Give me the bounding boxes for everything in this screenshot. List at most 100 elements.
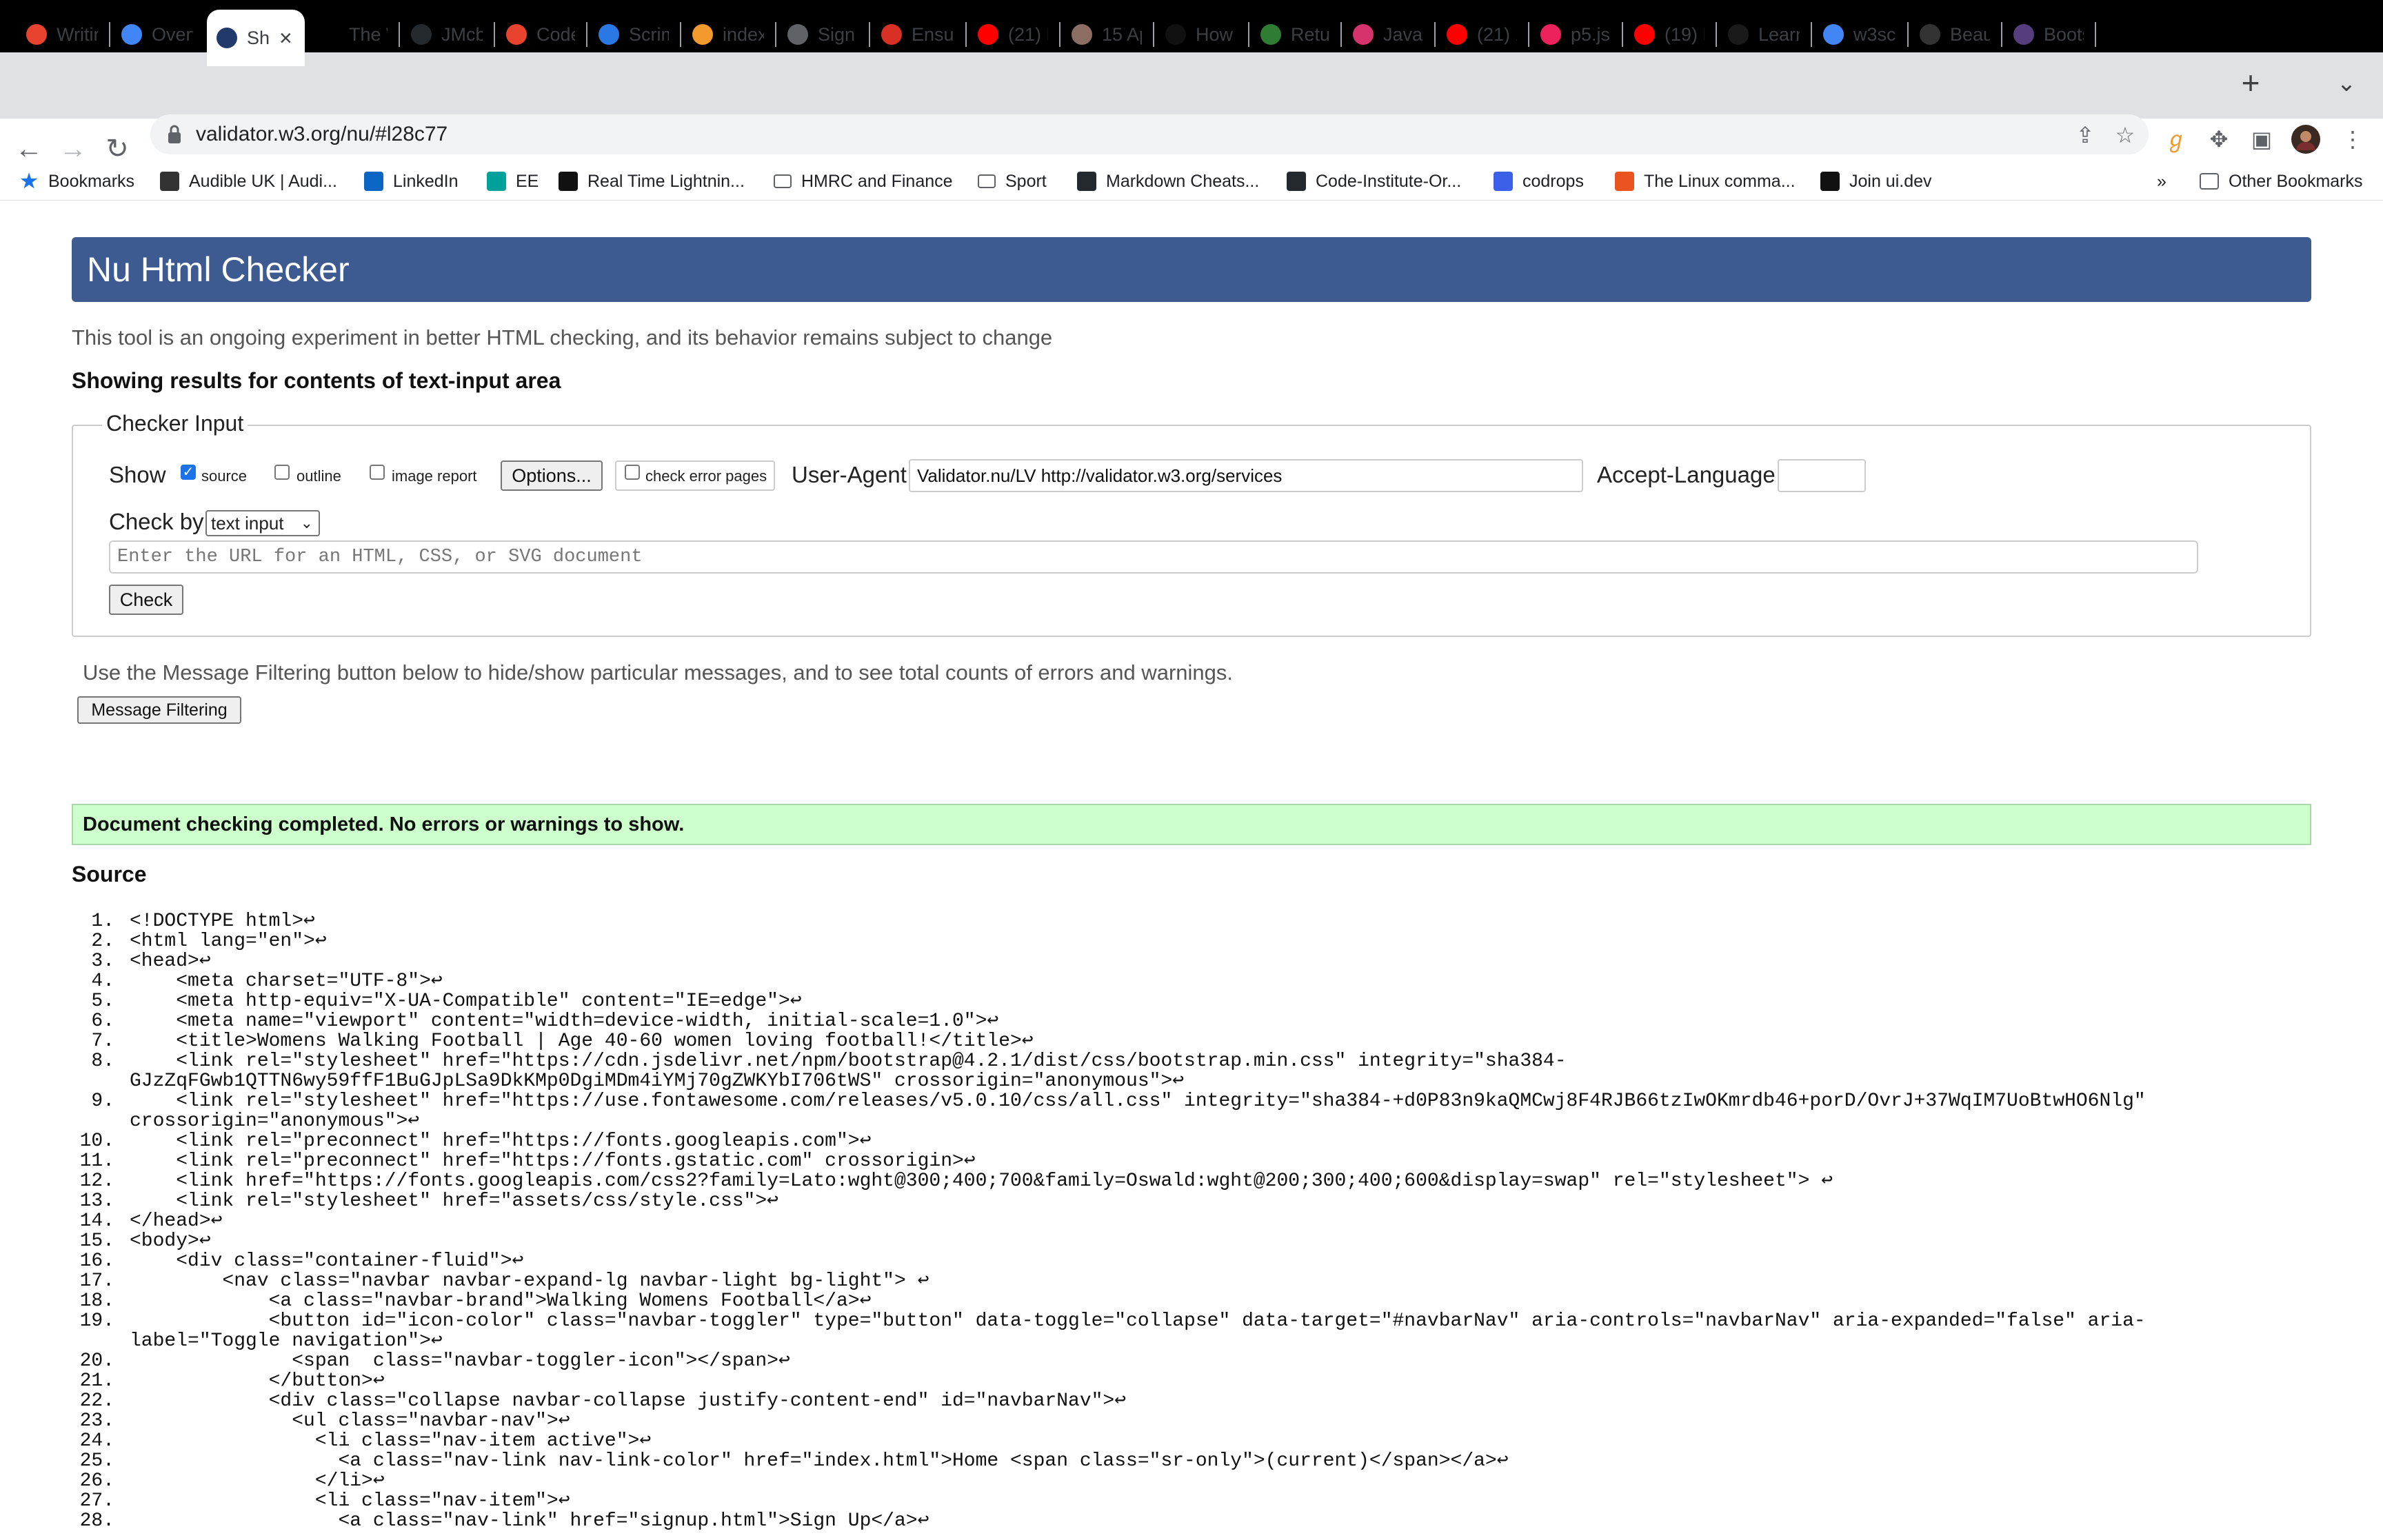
tab-17[interactable]: p5.js (1531, 10, 1620, 59)
line-code[interactable]: <html lang="en">↩ (130, 931, 327, 951)
line-code[interactable]: <a class="navbar-brand">Walking Womens F… (130, 1291, 872, 1311)
tab-6[interactable]: Code (496, 10, 585, 59)
message-filtering-button[interactable]: Message Filtering (77, 696, 241, 724)
line-code[interactable]: </li>↩ (130, 1471, 385, 1491)
tab-1[interactable]: Writin (17, 10, 108, 59)
tab-22[interactable]: Boots (2004, 10, 2093, 59)
line-code[interactable]: <meta http-equiv="X-UA-Compatible" conte… (130, 991, 801, 1011)
line-code[interactable]: <title>Womens Walking Football | Age 40-… (130, 1031, 1033, 1051)
tab-search-chevron-icon[interactable]: ⌄ (2329, 66, 2364, 101)
tab-12[interactable]: 15 Ap (1062, 10, 1152, 59)
bookmark-item[interactable]: Audible UK | Audi... (160, 168, 337, 194)
tab-14[interactable]: Retur (1251, 10, 1339, 59)
options-button[interactable]: Options... (501, 460, 603, 491)
line-number: 25. (79, 1450, 114, 1472)
browser-menu-icon[interactable]: ⋮ (2337, 124, 2368, 154)
back-arrow-icon[interactable]: ← (11, 131, 47, 167)
bookmark-item[interactable]: Markdown Cheats... (1077, 168, 1259, 194)
line-code[interactable]: <link href="https://fonts.googleapis.com… (130, 1171, 1833, 1191)
tab-10[interactable]: Ensur (872, 10, 964, 59)
check-button[interactable]: Check (109, 585, 183, 615)
side-panel-icon[interactable]: ▣ (2246, 124, 2277, 154)
line-code[interactable]: <head>↩ (130, 951, 211, 971)
check-error-pages-checkbox[interactable] (625, 465, 640, 480)
bookmarks-overflow-button[interactable]: » (2157, 168, 2166, 194)
line-code[interactable]: crossorigin="anonymous">↩ (130, 1111, 419, 1131)
line-code[interactable]: <link rel="preconnect" href="https://fon… (130, 1131, 871, 1151)
line-code[interactable]: <div class="container-fluid">↩ (130, 1251, 523, 1271)
tab-8[interactable]: index (683, 10, 774, 59)
other-bookmarks[interactable]: Other Bookmarks (2200, 168, 2363, 194)
lock-icon[interactable] (167, 124, 182, 145)
line-code[interactable]: <span class="navbar-toggler-icon"></span… (130, 1351, 790, 1371)
line-code[interactable]: label="Toggle navigation">↩ (130, 1331, 443, 1351)
line-code[interactable]: </head>↩ (130, 1211, 222, 1231)
line-code[interactable]: <nav class="navbar navbar-expand-lg navb… (130, 1271, 929, 1291)
address-text[interactable]: validator.w3.org/nu/#l28c77 (196, 123, 448, 145)
bookmark-item[interactable]: LinkedIn (364, 168, 459, 194)
kp-icon (881, 24, 902, 45)
outline-checkbox[interactable] (274, 465, 290, 480)
check-by-select[interactable]: text input ⌄ (205, 510, 320, 536)
line-code[interactable]: <meta name="viewport" content="width=dev… (130, 1011, 998, 1031)
reload-icon[interactable]: ↻ (99, 131, 135, 167)
tab-13[interactable]: How t (1156, 10, 1247, 59)
source-line: 8. <link rel="stylesheet" href="https://… (72, 1051, 2313, 1071)
address-bar[interactable]: validator.w3.org/nu/#l28c77 ⇪ ☆ (150, 114, 2149, 154)
line-code[interactable]: <link rel="stylesheet" href="https://cdn… (130, 1051, 1566, 1071)
line-code[interactable]: <link rel="preconnect" href="https://fon… (130, 1151, 975, 1171)
image-report-checkbox[interactable] (370, 465, 385, 480)
line-code[interactable]: GJzZqFGwb1QTTN6wy59ffF1BuGJpLSa9DkKMp0Dg… (130, 1071, 1184, 1091)
check-by-value: text input (211, 513, 284, 534)
close-icon[interactable]: × (279, 26, 292, 51)
line-code[interactable]: <link rel="stylesheet" href="https://use… (130, 1091, 2145, 1111)
tab-label: Scrim (629, 23, 669, 45)
profile-avatar[interactable] (2291, 124, 2321, 154)
accept-language-input[interactable] (1778, 459, 1866, 492)
tab-19[interactable]: Learn (1718, 10, 1809, 59)
tab-2[interactable]: Overv (112, 10, 203, 59)
line-code[interactable]: <li class="nav-item">↩ (130, 1491, 570, 1511)
tab-15[interactable]: JavaS (1343, 10, 1433, 59)
tab-20[interactable]: w3sch (1813, 10, 1906, 59)
line-code[interactable]: <ul class="navbar-nav">↩ (130, 1411, 570, 1431)
line-code[interactable]: <div class="collapse navbar-collapse jus… (130, 1391, 1126, 1411)
bookmark-item[interactable]: EE (487, 168, 539, 194)
bookmark-item[interactable]: codrops (1494, 168, 1584, 194)
tab-9[interactable]: Sign U (778, 10, 867, 59)
line-code[interactable]: <body>↩ (130, 1231, 211, 1251)
tab-11[interactable]: (21) F (968, 10, 1058, 59)
bookmark-item[interactable]: The Linux comma... (1615, 168, 1796, 194)
bookmark-star-icon[interactable]: ☆ (2111, 121, 2139, 149)
tab-5[interactable]: JMcb (401, 10, 492, 59)
extensions-puzzle-icon[interactable]: ✥ (2204, 124, 2234, 154)
forward-arrow-icon[interactable]: → (55, 131, 91, 167)
bookmark-item[interactable]: ★ Bookmarks (19, 168, 134, 194)
tab-18[interactable]: (19) H (1625, 10, 1714, 59)
bookmark-item[interactable]: Join ui.dev (1820, 168, 1932, 194)
tab-3[interactable]: Sh × (207, 10, 305, 66)
line-code[interactable]: <meta charset="UTF-8">↩ (130, 971, 443, 991)
line-code[interactable]: <link rel="stylesheet" href="assets/css/… (130, 1191, 778, 1211)
line-code[interactable]: <!DOCTYPE html>↩ (130, 911, 315, 931)
tab-4[interactable]: The W (309, 10, 397, 59)
bookmark-item[interactable]: Code-Institute-Or... (1287, 168, 1461, 194)
tab-16[interactable]: (21) 1 (1437, 10, 1527, 59)
url-input[interactable]: Enter the URL for an HTML, CSS, or SVG d… (109, 540, 2198, 574)
line-code[interactable]: </button>↩ (130, 1371, 385, 1391)
source-checkbox[interactable]: ✓ (181, 465, 196, 480)
bookmark-item[interactable]: Sport (978, 168, 1047, 194)
bookmark-item[interactable]: Real Time Lightnin... (559, 168, 745, 194)
tab-21[interactable]: Beaut (1910, 10, 2000, 59)
bookmark-item[interactable]: HMRC and Finance (774, 168, 953, 194)
line-code[interactable]: <a class="nav-link nav-link-color" href=… (130, 1451, 1508, 1471)
line-code[interactable]: <button id="icon-color" class="navbar-to… (130, 1311, 2146, 1331)
line-code[interactable]: <li class="nav-item active">↩ (130, 1431, 651, 1451)
line-code[interactable]: <a class="nav-link" href="signup.html">S… (130, 1511, 929, 1531)
new-tab-button[interactable]: + (2231, 63, 2270, 102)
grammarly-extension-icon[interactable]: ℊ (2161, 124, 2191, 154)
codrops-icon (1494, 172, 1513, 191)
share-icon[interactable]: ⇪ (2071, 121, 2099, 149)
tab-7[interactable]: Scrim (589, 10, 678, 59)
user-agent-input[interactable]: Validator.nu/LV http://validator.w3.org/… (909, 459, 1583, 492)
